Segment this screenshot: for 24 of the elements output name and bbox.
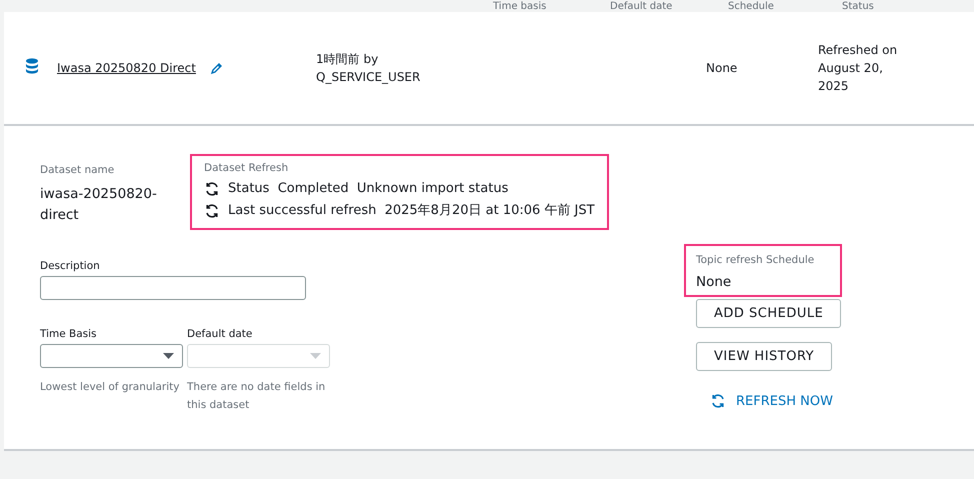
table-row[interactable]: Iwasa 20250820 Direct 1時間前 by Q_SERVICE_USER None Refreshed on August 20, 2025	[4, 12, 974, 126]
updated-by-text: Q_SERVICE_USER	[316, 69, 422, 86]
dataset-name-link[interactable]: Iwasa 20250820 Direct	[57, 61, 196, 75]
schedule-value: None	[696, 273, 732, 292]
column-header: Schedule	[728, 2, 775, 12]
refresh-now-button[interactable]: REFRESH NOW	[710, 393, 842, 409]
field-label: Time Basis	[40, 328, 98, 340]
view-history-button[interactable]: VIEW HISTORY	[696, 342, 832, 371]
add-schedule-button[interactable]: ADD SCHEDULE	[696, 299, 842, 328]
schedule-text: None	[706, 61, 738, 75]
refresh-status-text: Last successful refresh 2025年8月20日 at 10:06 午前 JST	[228, 202, 595, 220]
section-label: Dataset Refresh	[204, 162, 290, 174]
status-text: Refreshed on August 20, 2025	[818, 42, 898, 95]
field-label: Default date	[187, 328, 254, 340]
dataset-name-value: iwasa-20250820-direct	[40, 185, 158, 225]
field-label: Dataset name	[40, 164, 116, 176]
help-text: There are no date fields in this dataset	[187, 380, 326, 413]
field-label: Topic refresh Schedule	[696, 254, 816, 266]
column-header: Status	[842, 2, 875, 12]
field-label: Description	[40, 260, 101, 272]
updated-text: 1時間前 by	[316, 51, 380, 68]
refresh-status-text: Status Completed Unknown import status	[228, 180, 508, 198]
column-header: Time basis	[493, 2, 548, 12]
column-header: Default date	[610, 2, 674, 12]
